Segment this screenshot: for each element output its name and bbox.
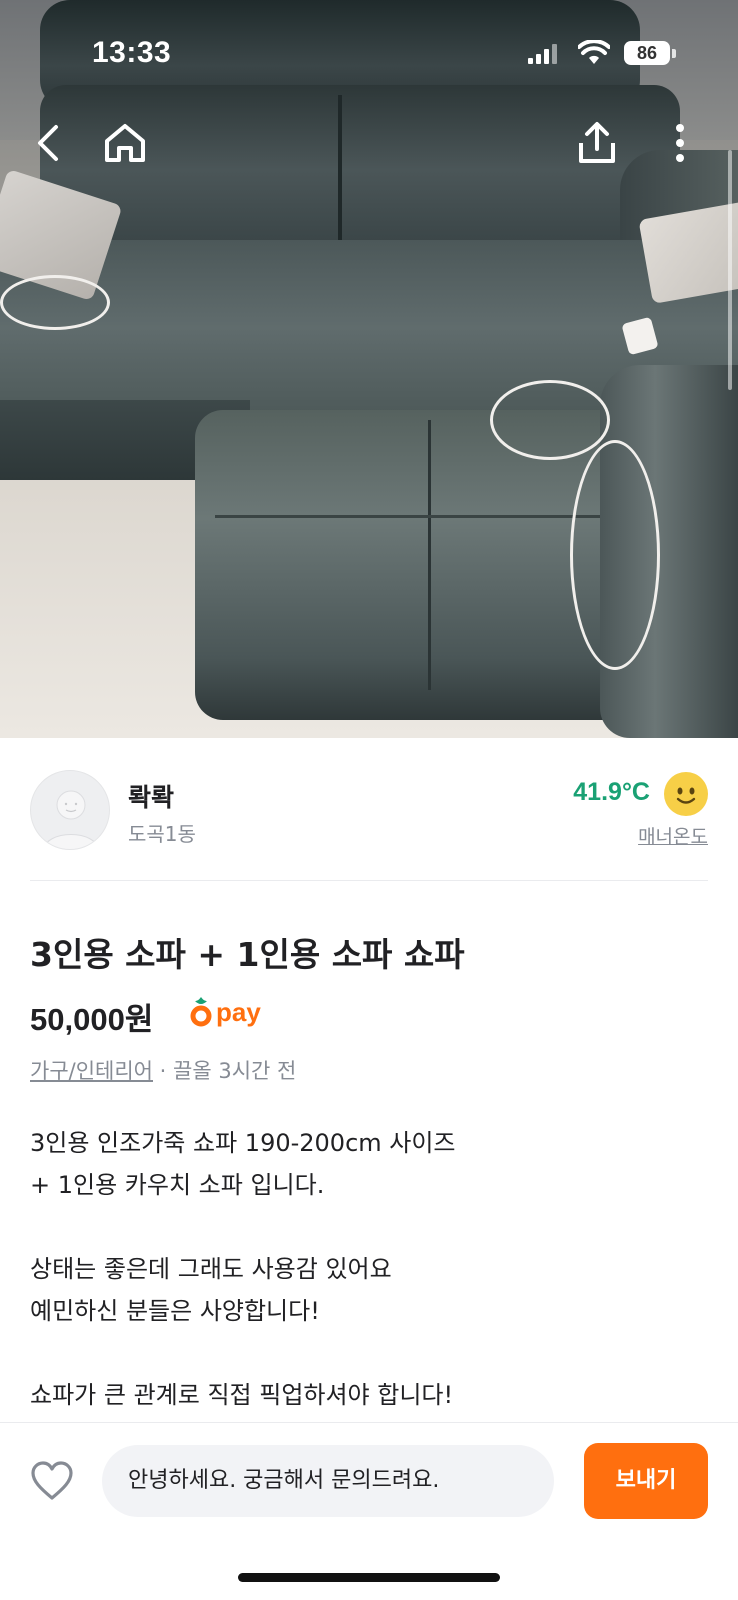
more-button[interactable] bbox=[655, 118, 705, 168]
manner-temperature-label[interactable]: 매너온도 bbox=[638, 822, 708, 849]
seller-profile[interactable]: 롹롹 도곡1동 41.9°C 매너온도 bbox=[30, 770, 708, 850]
seller-nickname: 롹롹 bbox=[128, 783, 175, 812]
wifi-icon bbox=[578, 40, 610, 64]
home-icon bbox=[105, 124, 145, 162]
divider bbox=[30, 880, 708, 881]
manner-temperature: 41.9°C bbox=[573, 778, 650, 806]
home-button[interactable] bbox=[100, 118, 150, 168]
carrot-pay-icon bbox=[190, 997, 212, 1027]
back-button[interactable] bbox=[24, 118, 74, 168]
product-description: 3인용 인조가죽 쇼파 190-200cm 사이즈 + 1인용 카우치 소파 입… bbox=[30, 1122, 710, 1416]
category-link[interactable]: 가구/인테리어 bbox=[30, 1059, 153, 1083]
sofa-backrest bbox=[40, 85, 680, 255]
description-line: 상태는 좋은데 그래도 사용감 있어요 bbox=[30, 1255, 392, 1283]
laptop-right bbox=[638, 201, 738, 304]
sofa-seam bbox=[338, 95, 342, 255]
status-time: 13:33 bbox=[92, 36, 172, 69]
description-line bbox=[30, 1332, 710, 1374]
battery-indicator: 86 bbox=[624, 41, 670, 65]
product-title: 3인용 소파 + 1인용 소파 쇼파 bbox=[30, 935, 465, 974]
cable bbox=[490, 380, 610, 460]
heart-icon[interactable] bbox=[30, 1459, 74, 1503]
pay-label: pay bbox=[216, 996, 261, 1027]
avatar[interactable] bbox=[30, 770, 110, 850]
description-line: + 1인용 카우치 소파 입니다. bbox=[30, 1171, 325, 1199]
send-button[interactable]: 보내기 bbox=[584, 1443, 708, 1519]
default-avatar-icon bbox=[43, 790, 99, 849]
share-icon bbox=[579, 122, 615, 163]
chaise-seam bbox=[428, 420, 431, 690]
description-line: 예민하신 분들은 사양합니다! bbox=[30, 1297, 320, 1325]
bottom-action-bar: 안녕하세요. 궁금해서 문의드려요. 보내기 bbox=[0, 1422, 738, 1600]
product-photo[interactable] bbox=[0, 0, 738, 738]
chat-message-input[interactable]: 안녕하세요. 궁금해서 문의드려요. bbox=[102, 1445, 554, 1517]
description-line: 쇼파가 큰 관계로 직접 픽업하셔야 합니다! bbox=[30, 1381, 454, 1409]
back-chevron-icon bbox=[38, 125, 58, 161]
image-scroll-indicator bbox=[728, 150, 732, 390]
manner-face-icon bbox=[664, 772, 708, 816]
product-meta: 가구/인테리어 · 끌올 3시간 전 bbox=[30, 1055, 296, 1085]
time-info: · 끌올 3시간 전 bbox=[153, 1059, 297, 1083]
cellular-signal-icon bbox=[528, 44, 558, 64]
seller-region: 도곡1동 bbox=[128, 822, 196, 846]
description-line: 3인용 인조가죽 쇼파 190-200cm 사이즈 bbox=[30, 1129, 456, 1157]
cable bbox=[0, 275, 110, 330]
home-indicator bbox=[238, 1573, 500, 1582]
more-vertical-icon bbox=[676, 124, 684, 162]
pay-badge: pay bbox=[190, 994, 261, 1030]
status-bar: 13:33 86 bbox=[0, 30, 738, 78]
cable bbox=[570, 440, 660, 670]
battery-tip bbox=[672, 49, 676, 58]
product-price: 50,000원 bbox=[30, 1002, 154, 1037]
description-line bbox=[30, 1206, 710, 1248]
share-button[interactable] bbox=[572, 118, 622, 168]
